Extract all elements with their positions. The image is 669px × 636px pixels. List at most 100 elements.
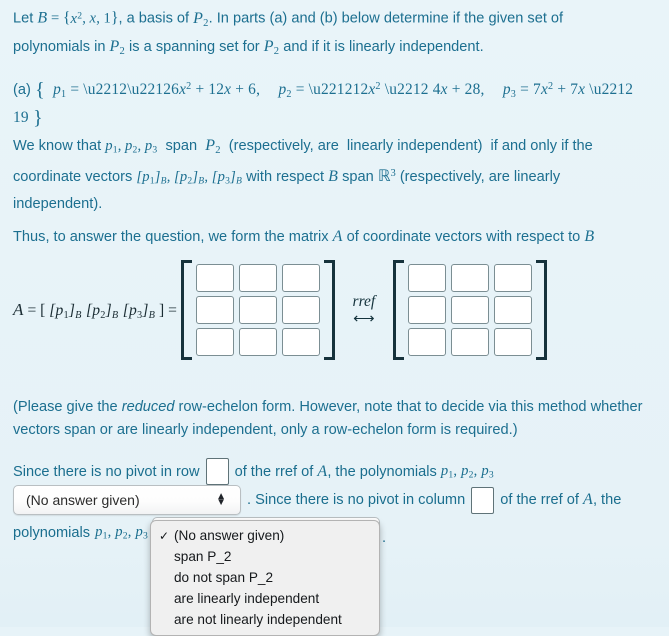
thus-text-1: Thus, to answer the question, we form th… [13, 229, 333, 245]
polynomial-p1-body: \u22126x2 + 12x + 6, [127, 80, 261, 98]
matrix-equation-row: A = [ [p1]B [p2]B [p3]B ] = rref ⟷ [13, 258, 547, 362]
answer-text-row-prefix: Since there is no pivot in row [13, 463, 200, 480]
intro-paragraph: Let B = {x2, x, 1}, a basis of P2. In pa… [13, 4, 613, 63]
matrix-rref-cell-r3c2[interactable] [450, 328, 489, 356]
matrix-symbol-A-2: A [317, 462, 328, 480]
answer-text-column-post: , the [592, 492, 622, 508]
answer-select-2-dropdown[interactable]: ✓ (No answer given) span P_2 do not span… [150, 520, 380, 636]
matrix-a-cell-r3c1[interactable] [195, 328, 234, 356]
comma-2: , [96, 10, 104, 27]
comma-1: , [82, 10, 90, 27]
space-symbol-P2-d: P2 [205, 137, 221, 156]
part-a-line: (a) { p1 = \u2212\u22126x2 + 12x + 6, p2… [13, 75, 653, 130]
explanation-text-1: We know that [13, 138, 106, 154]
worksheet-page: Let B = {x2, x, 1}, a basis of P2. In pa… [0, 0, 669, 636]
basis-symbol-B-2: B [328, 168, 339, 186]
note-text-pre: (Please give the [13, 399, 122, 415]
reals-symbol: ℝ3 [377, 167, 396, 186]
basis-set-open: { [62, 9, 71, 27]
answer-line-row: Since there is no pivot in row of the rr… [13, 458, 494, 485]
matrix-symbol-A-3: A [582, 491, 593, 508]
lhs-coord-1: [p1]B [49, 301, 82, 321]
rref-arrow-icon: ⟷ [353, 309, 375, 327]
dropdown-option-4-label: are not linearly independent [174, 612, 342, 627]
left-bracket-open [180, 260, 192, 360]
note-emphasis-reduced: reduced [121, 399, 175, 415]
answer-text-row-mid-2: , the polynomials [327, 463, 441, 480]
poly-list-2: p2 [125, 138, 138, 156]
matrix-rref-grid [406, 260, 534, 360]
set-brace-open: { [35, 78, 45, 101]
note-paragraph: (Please give the reduced row-echelon for… [13, 396, 658, 442]
matrix-rref-bracketed [392, 260, 547, 360]
lhs-close: ] = [155, 301, 177, 319]
polynomial-p2: p2 = \u221212x2 \u2212 4x + 28, [274, 80, 485, 100]
poly-list-3: p3 [144, 138, 158, 156]
dropdown-option-1[interactable]: span P_2 [151, 546, 379, 567]
dropdown-option-3[interactable]: are linearly independent [151, 588, 379, 609]
answer-polys-1: p1, p2, p3 [440, 462, 494, 481]
matrix-a-cell-r3c2[interactable] [238, 328, 277, 356]
matrix-a-cell-r2c2[interactable] [238, 296, 277, 324]
basis-element-1: 1 [103, 10, 111, 27]
pivot-row-input[interactable] [205, 458, 229, 485]
answer-select-1-value: (No answer given) [26, 492, 140, 508]
pivot-column-input[interactable] [471, 486, 495, 514]
thus-paragraph: Thus, to answer the question, we form th… [13, 225, 653, 249]
matrix-a-cell-r3c3[interactable] [281, 328, 320, 356]
rref-label: rref [352, 293, 376, 311]
basis-element-x2: x2 [70, 10, 83, 27]
space-symbol-P2-a: P2 [193, 9, 209, 29]
matrix-symbol-A: A [332, 228, 343, 245]
matrix-a-cell-r1c1[interactable] [195, 264, 234, 292]
matrix-a-cell-r1c3[interactable] [281, 264, 320, 292]
matrix-rref-cell-r2c3[interactable] [493, 296, 532, 324]
matrix-a-cell-r1c2[interactable] [238, 264, 277, 292]
matrix-rref-cell-r3c3[interactable] [493, 328, 532, 356]
rref-operator: rref ⟷ [336, 294, 392, 326]
poly-list-1: p1 [105, 138, 118, 156]
sep-1: , [117, 138, 126, 154]
matrix-rref-cell-r1c3[interactable] [493, 264, 532, 292]
answer-polys-2: p1, p2, p3 [95, 524, 149, 542]
sep-4: , [204, 169, 212, 186]
chevron-down-glyph: ▼ [216, 497, 226, 508]
answer-text-line3-prefix: polynomials [13, 524, 91, 541]
answer-text-column-mid: of the rref of [500, 492, 583, 508]
dropdown-option-1-label: span P_2 [174, 549, 232, 564]
part-a-label: (a) [13, 81, 31, 98]
intro-text-part1: Let [13, 10, 38, 27]
matrix-rref-cell-r1c2[interactable] [450, 264, 489, 292]
answer-select-1[interactable]: (No answer given) ▲ ▼ [13, 485, 241, 515]
right-bracket-close [535, 260, 547, 360]
answer-text-row-mid-1: of the rref of [234, 463, 318, 480]
polynomial-p1: p1 = \u2212 [49, 80, 128, 100]
coord-vector-2: [p2]B [174, 169, 205, 187]
checkmark-icon: ✓ [158, 528, 170, 543]
matrix-rref-cell-r3c1[interactable] [407, 328, 446, 356]
dropdown-option-0-label: (No answer given) [174, 528, 285, 543]
basis-symbol-B-3: B [584, 228, 595, 245]
dropdown-option-0[interactable]: ✓ (No answer given) [151, 525, 379, 546]
basis-set-close: } [110, 9, 119, 27]
sep-3: , [166, 169, 174, 186]
lhs-coord-2: [p2]B [86, 301, 119, 321]
intro-text-part2: , a basis of [118, 10, 194, 27]
matrix-a-cell-r2c1[interactable] [195, 296, 234, 324]
space-symbol-P2-c: P2 [263, 37, 280, 57]
answer-line-polynomials: polynomials p1, p2, p3 [13, 524, 148, 542]
matrix-rref-cell-r2c1[interactable] [407, 296, 446, 324]
matrix-rref-cell-r2c2[interactable] [450, 296, 489, 324]
lhs-A: A [13, 299, 24, 319]
matrix-A-grid [194, 260, 322, 360]
intro-text-part5: and if it is linearly independent. [279, 38, 484, 55]
matrix-rref-cell-r1c1[interactable] [407, 264, 446, 292]
thus-text-2: of coordinate vectors with respect to [342, 229, 585, 245]
equals-sign: = [47, 10, 63, 27]
explanation-text-2: span [157, 138, 206, 154]
dropdown-option-2[interactable]: do not span P_2 [151, 567, 379, 588]
basis-symbol-B: B [37, 9, 48, 27]
lhs-equals: = [ [23, 301, 50, 319]
matrix-a-cell-r2c3[interactable] [281, 296, 320, 324]
dropdown-option-2-label: do not span P_2 [174, 570, 274, 585]
